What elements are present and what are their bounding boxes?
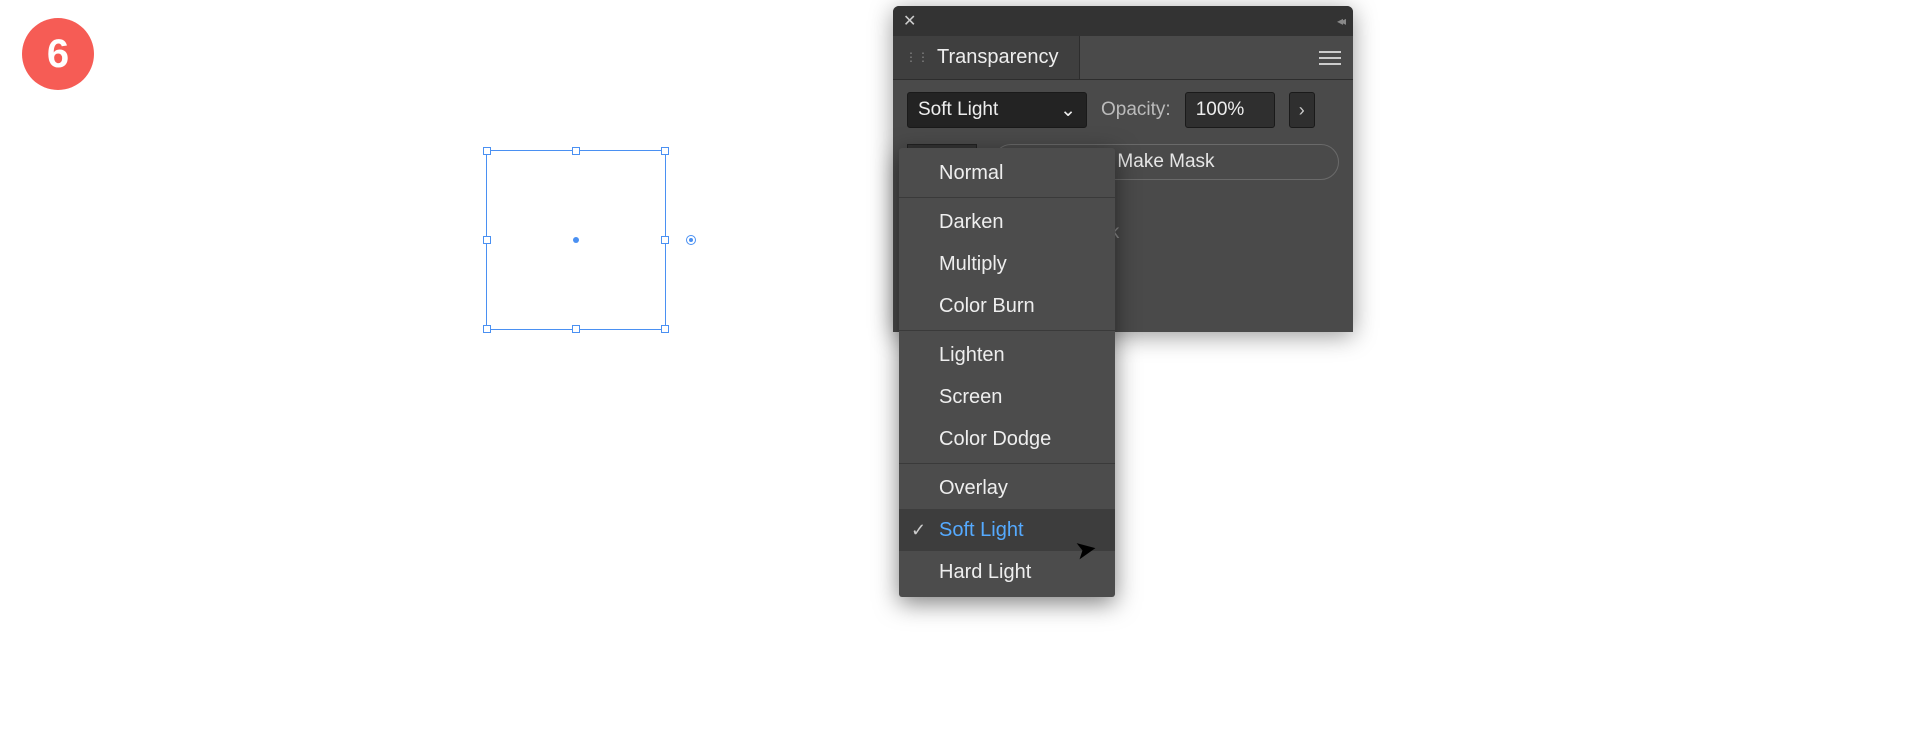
opacity-label: Opacity: <box>1101 99 1171 121</box>
menu-item-color-burn[interactable]: Color Burn <box>899 285 1115 327</box>
step-badge: 6 <box>22 18 94 90</box>
menu-item-color-dodge[interactable]: Color Dodge <box>899 418 1115 460</box>
opacity-input[interactable]: 100% <box>1185 92 1275 128</box>
tab-label: Transparency <box>937 46 1059 69</box>
opacity-flyout-button[interactable]: › <box>1289 92 1315 128</box>
collapse-icon[interactable]: ◂◂ <box>1337 14 1343 28</box>
menu-item-overlay[interactable]: Overlay <box>899 467 1115 509</box>
close-icon[interactable]: ✕ <box>903 11 916 31</box>
opacity-value: 100% <box>1196 99 1245 121</box>
menu-item-multiply[interactable]: Multiply <box>899 243 1115 285</box>
panel-titlebar[interactable]: ✕ ◂◂ <box>893 6 1353 36</box>
blend-mode-select[interactable]: Soft Light ⌄ <box>907 92 1087 128</box>
circle-shape[interactable] <box>720 150 900 330</box>
menu-item-screen[interactable]: Screen <box>899 376 1115 418</box>
transparency-panel: ✕ ◂◂ ⋮⋮ Transparency Soft Light ⌄ Opacit… <box>893 6 1353 332</box>
menu-item-darken[interactable]: Darken <box>899 201 1115 243</box>
panel-tabbar: ⋮⋮ Transparency <box>893 36 1353 80</box>
chevron-down-icon: ⌄ <box>1060 99 1076 122</box>
blend-mode-value: Soft Light <box>918 99 998 121</box>
panel-menu-icon[interactable] <box>1319 51 1341 65</box>
blend-mode-dropdown: Normal Darken Multiply Color Burn Lighte… <box>899 148 1115 597</box>
grip-icon: ⋮⋮ <box>905 55 929 60</box>
menu-item-normal[interactable]: Normal <box>899 152 1115 194</box>
artboard[interactable] <box>160 150 900 400</box>
tab-transparency[interactable]: ⋮⋮ Transparency <box>893 36 1080 79</box>
menu-item-lighten[interactable]: Lighten <box>899 334 1115 376</box>
